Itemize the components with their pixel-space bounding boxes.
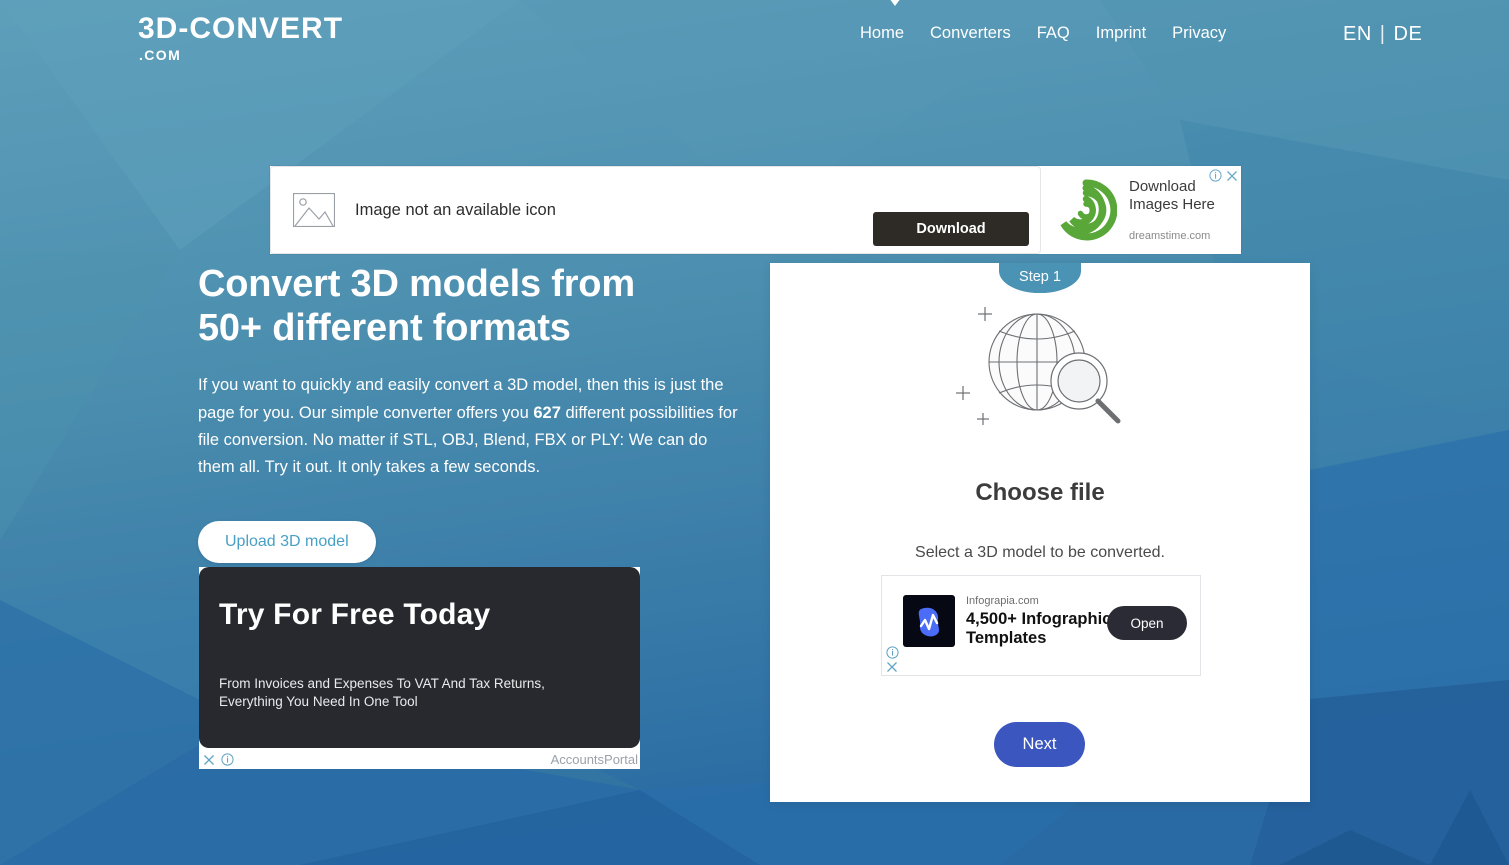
card-subtitle: Select a 3D model to be converted. (915, 544, 1165, 561)
hero-format-count: 627 (533, 403, 561, 422)
adchoices-info-icon[interactable] (886, 646, 899, 659)
nav-item-converters[interactable]: Converters (930, 24, 1011, 43)
ad-footer-controls: AccountsPortal (199, 750, 640, 769)
nav-item-faq[interactable]: FAQ (1037, 24, 1070, 43)
ad-url: dreamstime.com (1129, 229, 1211, 242)
nav-item-home[interactable]: Home (860, 24, 904, 43)
ad-copy: Infograpia.com 4,500+ Infographic Templa… (966, 595, 1118, 647)
next-button[interactable]: Next (994, 722, 1085, 767)
language-separator: | (1379, 23, 1386, 45)
globe-magnifier-icon (956, 307, 1121, 425)
ad-placeholder-text: Image not an available icon (355, 200, 556, 219)
top-banner-ad[interactable]: Image not an available icon Download Dow… (270, 166, 1241, 254)
site-header: 3D-CONVERT .COM Home Converters FAQ Impr… (0, 0, 1509, 78)
nav-item-privacy[interactable]: Privacy (1172, 24, 1226, 43)
ad-content: Infograpia.com 4,500+ Infographic Templa… (903, 595, 1118, 648)
chevron-down-icon (890, 0, 900, 6)
language-switcher: EN | DE (1343, 23, 1422, 46)
upload-3d-model-button[interactable]: Upload 3D model (198, 520, 376, 563)
page-root: 3D-CONVERT .COM Home Converters FAQ Impr… (0, 0, 1509, 865)
card-title: Choose file (975, 479, 1105, 506)
close-icon[interactable] (886, 661, 898, 673)
infograpia-logo-icon (903, 595, 955, 648)
ad-subtext: From Invoices and Expenses To VAT And Ta… (219, 676, 545, 710)
main-navigation: Home Converters FAQ Imprint Privacy (860, 24, 1226, 43)
hero-heading-line-2: 50+ different formats (198, 307, 571, 350)
ad-brand-label: AccountsPortal (550, 752, 638, 767)
ad-creative-area[interactable]: Image not an available icon Download (270, 166, 1041, 254)
ad-card[interactable]: Try For Free Today From Invoices and Exp… (199, 567, 640, 748)
adchoices-info-icon[interactable] (1209, 169, 1222, 182)
hero-description: If you want to quickly and easily conver… (198, 372, 738, 482)
step-badge: Step 1 (999, 263, 1081, 293)
adchoices-info-icon[interactable] (221, 753, 234, 766)
close-icon[interactable] (1226, 170, 1238, 182)
open-ad-button[interactable]: Open (1107, 606, 1187, 640)
ad-headline: Try For Free Today (219, 598, 491, 631)
ad-headline: 4,500+ Infographic Templates (966, 610, 1112, 647)
adchoices-controls (1209, 169, 1238, 182)
nav-item-imprint[interactable]: Imprint (1096, 24, 1146, 43)
language-option-en[interactable]: EN (1343, 23, 1372, 46)
hero-section: Convert 3D models from 50+ different for… (198, 262, 743, 563)
close-icon[interactable] (203, 754, 215, 766)
download-button[interactable]: Download (873, 212, 1029, 246)
logo-secondary-text: .COM (139, 47, 182, 63)
converter-step-card: Step 1 Choose file Select a 3D model to … (770, 263, 1310, 802)
ad-domain: Infograpia.com (966, 595, 1039, 607)
adchoices-controls (203, 753, 234, 766)
adchoices-controls (886, 646, 899, 673)
ad-headline: Download Images Here (1129, 178, 1215, 213)
advertiser-copy: Download Images Here dreamstime.com (1129, 178, 1239, 241)
left-sidebar-ad[interactable]: Try For Free Today From Invoices and Exp… (199, 567, 640, 769)
ad-advertiser-area[interactable]: Download Images Here dreamstime.com (1041, 166, 1241, 254)
dreamstime-spiral-icon (1060, 179, 1117, 241)
logo-primary-text: 3D-CONVERT (138, 12, 344, 45)
broken-image-icon (293, 193, 335, 227)
inline-ad[interactable]: Infograpia.com 4,500+ Infographic Templa… (881, 575, 1201, 676)
hero-heading-line-1: Convert 3D models from (198, 263, 635, 305)
language-option-de[interactable]: DE (1394, 23, 1423, 46)
site-logo[interactable]: 3D-CONVERT .COM (138, 12, 344, 63)
page-title: Convert 3D models from 50+ different for… (198, 262, 743, 350)
